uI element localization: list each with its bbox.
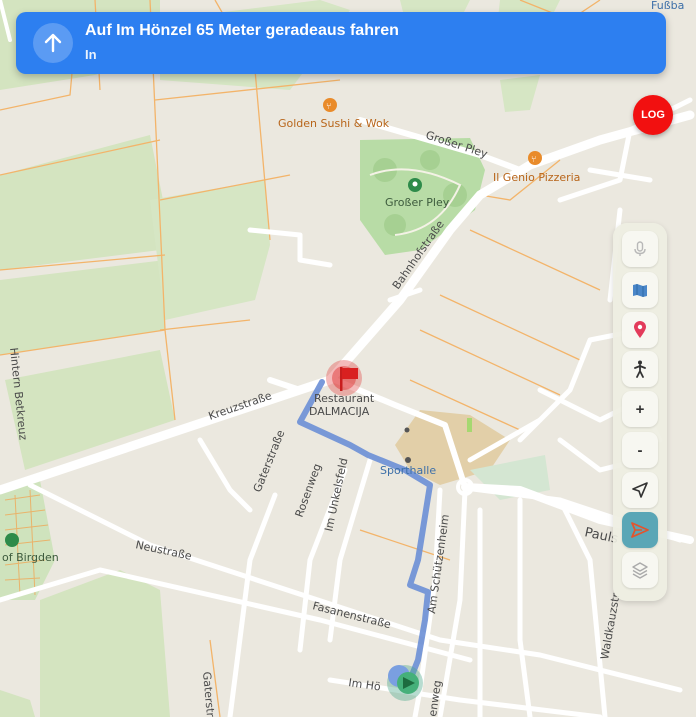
pedestrian-mode-button[interactable] [622,351,658,387]
layers-icon [632,562,648,579]
microphone-icon [634,241,646,256]
park-icon [5,533,19,547]
send-route-button[interactable] [622,512,658,548]
poi-label-golden-sushi: Golden Sushi & Wok [278,117,390,130]
instruction-subtitle: In [85,47,97,62]
map-canvas[interactable]: Kreuzstraße Bahnhofstraße Großer Pley Hi… [0,0,696,717]
poi-label-dalmacija: DALMACIJA [309,405,370,418]
map-book-icon [633,284,647,297]
poi-label-sporthalle: Sporthalle [380,464,436,477]
svg-text:⑂: ⑂ [326,101,331,111]
walking-person-icon [634,360,646,378]
layers-button[interactable] [622,552,658,588]
microphone-button[interactable] [622,231,658,267]
current-position-marker[interactable] [387,665,423,701]
zoom-out-icon: - [637,441,643,459]
map-book-button[interactable] [622,272,658,308]
recenter-button[interactable] [622,472,658,508]
navigation-instruction-banner[interactable]: Auf Im Hönzel 65 Meter geradeaus fahren … [16,12,666,74]
send-route-icon [631,522,649,538]
instruction-text: Auf Im Hönzel 65 Meter geradeaus fahren [85,22,399,39]
poi-label-fussball: Fußba [651,0,684,12]
zoom-in-icon: + [635,400,645,418]
navigation-arrow-icon [632,482,648,498]
poi-label-restaurant: Restaurant [314,392,375,405]
poi-label-il-genio: Il Genio Pizzeria [493,171,580,184]
arrow-up-icon [33,23,73,63]
poi-label-of-birgden: of Birgden [2,551,59,564]
zoom-in-button[interactable]: + [622,391,658,427]
location-pin-icon [634,321,646,338]
location-pin-button[interactable] [622,312,658,348]
zoom-out-button[interactable]: - [622,432,658,468]
svg-text:⑂: ⑂ [531,154,536,164]
map-toolbar: + - [613,223,667,601]
poi-label-grosser-pley: Großer Pley [385,196,450,209]
log-button[interactable]: LOG [633,95,673,135]
